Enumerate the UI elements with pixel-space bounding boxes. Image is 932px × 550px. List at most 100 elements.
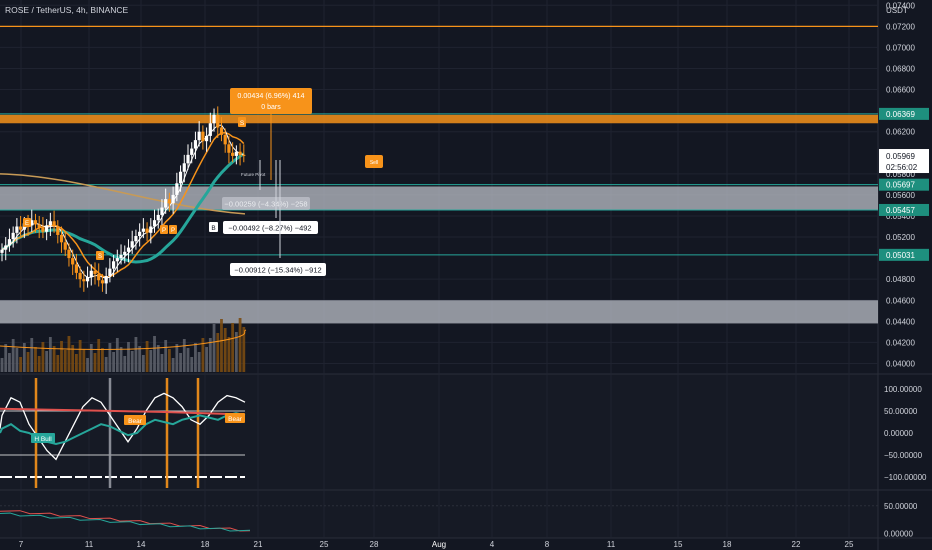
candle-body: [19, 226, 23, 230]
time-axis-label: 11: [607, 540, 616, 549]
volume-bar: [153, 336, 156, 372]
candle-body: [67, 249, 71, 259]
bear-text-2: Bear: [228, 416, 243, 423]
candle-body: [100, 280, 105, 284]
volume-bar: [145, 341, 149, 372]
candle-body: [138, 231, 142, 236]
volume-bar: [108, 343, 112, 372]
price-axis-label: 0.07200: [886, 22, 915, 31]
volume-bar: [141, 355, 145, 372]
future-pivot-note: Future Pivot: [241, 172, 266, 177]
price-level-tag-text: 0.05697: [886, 181, 915, 190]
candle-body: [112, 261, 116, 269]
volume-bar: [186, 348, 190, 372]
candle-body: [78, 272, 82, 280]
volume-bar: [0, 358, 4, 372]
lower-axis-label: 0.00000: [884, 529, 913, 538]
time-axis-label: 15: [674, 540, 683, 549]
volume-bar: [160, 354, 164, 372]
support-zone: [0, 300, 878, 324]
volume-bar: [52, 346, 56, 372]
candle-body: [152, 220, 157, 227]
candle-body: [74, 264, 78, 273]
signal-marker-p-label: P: [162, 228, 166, 234]
volume-bar: [75, 354, 78, 372]
trading-chart[interactable]: 0.00434 (6.96%) 414 0 bars −0.00259 (−4.…: [0, 0, 932, 550]
candle-body: [219, 127, 224, 135]
signal-marker-b-label: B: [211, 225, 215, 232]
volume-bar: [67, 336, 71, 372]
price-axis-label: 0.06200: [886, 128, 915, 137]
time-axis-label: 4: [490, 540, 495, 549]
current-price-text: 0.05969: [886, 152, 915, 161]
price-level-tag-text: 0.05457: [886, 206, 915, 215]
oscillator-axis-label: 100.00000: [884, 385, 922, 394]
volume-bar: [15, 348, 19, 372]
candle-body: [212, 114, 216, 124]
oscillator-axis[interactable]: 100.00000 50.00000 0.00000 −50.00000 −100.00…: [884, 385, 927, 482]
measure-top-label: 0.00434 (6.96%) 414: [237, 91, 304, 100]
candle-body: [145, 228, 149, 233]
volume-bar: [8, 353, 11, 372]
candle-body: [104, 276, 108, 284]
volume-bar: [11, 339, 15, 372]
volume-bar: [89, 344, 93, 372]
candle-body: [175, 183, 179, 195]
candle-body: [216, 114, 220, 128]
volume-bar: [93, 353, 97, 372]
volume-bar: [168, 349, 171, 372]
price-axis-label: 0.06600: [886, 86, 915, 95]
candle-body: [63, 242, 67, 250]
time-axis[interactable]: 7 11 14 18 21 25 28 Aug 4 8 11 15 18 22 25: [19, 540, 854, 549]
candle-body: [37, 224, 41, 228]
time-axis-label: 21: [254, 540, 263, 549]
volume-bar: [194, 343, 197, 372]
symbol-title[interactable]: ROSE / TetherUS, 4h, BINANCE: [5, 5, 128, 15]
volume-bar: [112, 352, 115, 372]
signal-marker-e-label: E: [25, 221, 29, 227]
candle-body: [4, 245, 8, 250]
measure-label-1: −0.00259 (−4.34%) −258: [224, 200, 307, 209]
oscillator-axis-label: −100.00000: [884, 473, 927, 482]
volume-bar: [156, 345, 160, 372]
time-axis-label: 25: [320, 540, 329, 549]
resistance-band: [0, 114, 878, 124]
signal-marker-s-label: S: [240, 120, 245, 127]
volume-bar: [115, 338, 119, 372]
volume-bar: [34, 347, 37, 372]
candle-body: [238, 151, 242, 155]
candle-body: [7, 239, 12, 246]
volume-bar: [197, 352, 201, 372]
candle-body: [167, 199, 171, 204]
volume-bar: [123, 356, 127, 372]
candle-body: [208, 123, 212, 136]
volume-bar: [227, 337, 231, 372]
price-axis-label: 0.04200: [886, 338, 915, 347]
volume-bar: [220, 319, 223, 372]
volume-bar: [41, 342, 45, 372]
time-axis-label: 22: [792, 540, 801, 549]
volume-bar: [216, 333, 220, 372]
bear-text-1: Bear: [128, 418, 143, 425]
lower-axis[interactable]: 50.00000 0.00000: [884, 502, 918, 539]
volume-bar: [149, 350, 153, 372]
candle-body: [234, 151, 238, 156]
candle-body: [178, 171, 183, 184]
volume-bar: [19, 357, 22, 372]
oscillator-axis-label: 0.00000: [884, 429, 913, 438]
candle-body: [33, 220, 38, 225]
candle-body: [186, 154, 190, 164]
volume-bar: [56, 355, 60, 372]
price-axis-label: 0.04000: [886, 359, 915, 368]
candle-body: [48, 221, 52, 226]
candle-body: [156, 214, 160, 221]
volume-bar: [127, 342, 130, 372]
candle-body: [141, 228, 145, 232]
volume-bar: [97, 339, 101, 372]
volume-bar: [190, 357, 194, 372]
candle-body: [182, 163, 186, 172]
price-level-tag-text: 0.06369: [886, 110, 915, 119]
price-axis-label: 0.05600: [886, 191, 915, 200]
candle-body: [193, 140, 198, 149]
price-axis[interactable]: 0.074000.072000.070000.068000.066000.062…: [879, 1, 929, 368]
